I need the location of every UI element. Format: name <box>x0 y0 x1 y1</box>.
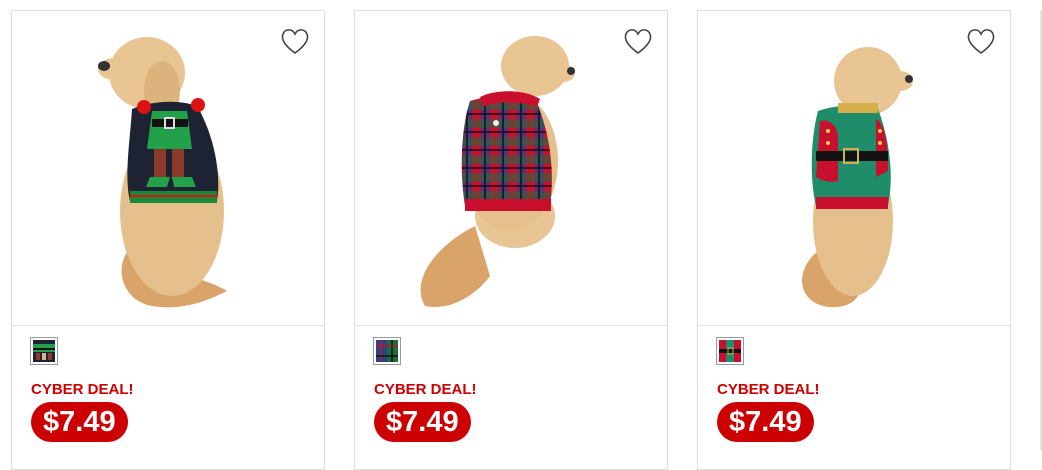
plaid-pattern-swatch-icon <box>376 340 398 362</box>
heart-outline-icon[interactable] <box>966 27 996 55</box>
product-card[interactable]: CYBER DEAL! $7.49 <box>354 10 668 470</box>
elf-pattern-swatch-icon <box>33 340 55 362</box>
green-santa-swatch-icon <box>719 340 741 362</box>
dog-plaid-sweater-image <box>420 36 575 307</box>
cyber-deal-label: CYBER DEAL! <box>717 381 820 398</box>
price-badge: $7.49 <box>31 402 128 442</box>
heart-outline-icon[interactable] <box>623 27 653 55</box>
cyber-deal-label: CYBER DEAL! <box>31 381 134 398</box>
product-image[interactable] <box>698 11 1010 326</box>
color-swatch[interactable] <box>373 337 401 365</box>
product-card[interactable]: CYBER DEAL! $7.49 <box>697 10 1011 470</box>
color-swatch[interactable] <box>716 337 744 365</box>
product-image[interactable] <box>12 11 324 326</box>
price-badge: $7.49 <box>717 402 814 442</box>
color-swatch[interactable] <box>30 337 58 365</box>
product-image[interactable] <box>355 11 667 326</box>
heart-outline-icon[interactable] <box>280 27 310 55</box>
product-card[interactable]: CYBER DEAL! $7.49 <box>11 10 325 470</box>
price-badge: $7.49 <box>374 402 471 442</box>
dog-elf-sweater-image <box>98 37 227 308</box>
cyber-deal-label: CYBER DEAL! <box>374 381 477 398</box>
dog-green-santa-sweater-image <box>801 47 913 308</box>
